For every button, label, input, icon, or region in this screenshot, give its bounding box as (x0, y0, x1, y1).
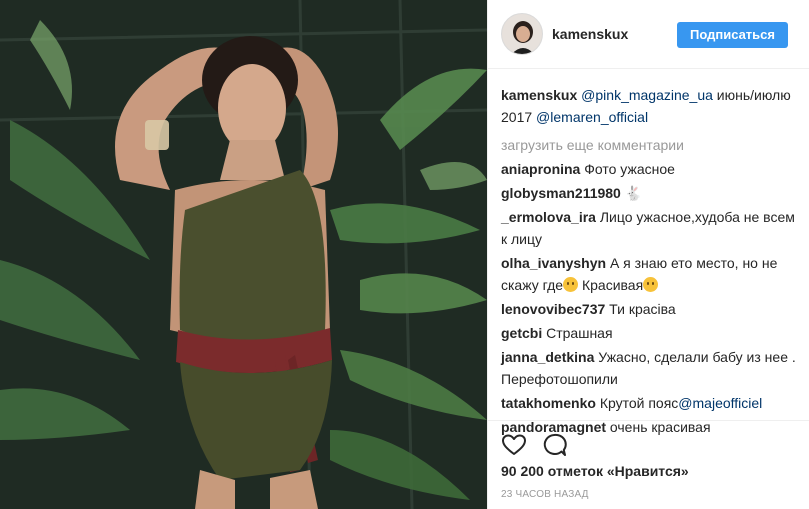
post-details-panel: kamenskux Подписаться kamenskux @pink_ma… (487, 0, 809, 509)
comment-item: globysman211980 🐇 (501, 182, 801, 204)
rabbit-icon: 🐇 (624, 185, 643, 201)
smile-emoji-icon (563, 277, 579, 292)
comment-username[interactable]: _ermolova_ira (501, 209, 596, 225)
post-timestamp: 23 ЧАСОВ НАЗАД (501, 489, 589, 500)
post-actions: 90 200 отметок «Нравится» 23 ЧАСОВ НАЗАД (488, 420, 809, 509)
comment-item: lenovovibec737 Ти красіва (501, 298, 801, 320)
comment-item: aniapronina Фото ужасное (501, 158, 801, 180)
avatar[interactable] (501, 13, 543, 55)
load-more-comments-link[interactable]: загрузить еще комментарии (501, 134, 801, 156)
comment-item: getcbi Страшная (501, 322, 801, 344)
comment-username[interactable]: lenovovibec737 (501, 301, 605, 317)
comment-text: Крутой пояс (599, 395, 679, 411)
comments-list: kamenskux @pink_magazine_ua июнь/июлю 20… (501, 84, 801, 440)
follow-button[interactable]: Подписаться (677, 22, 788, 48)
comment-text-2: Красивая (578, 277, 644, 293)
comment-item: tatakhomenko Крутой пояс@majeofficiel (501, 392, 801, 414)
caption-mention-pink-magazine[interactable]: @pink_magazine_ua (581, 87, 713, 103)
comment-username[interactable]: janna_detkina (501, 349, 594, 365)
comment-mention[interactable]: @majeofficiel (678, 395, 762, 411)
comment-text: Фото ужасное (584, 161, 675, 177)
comment-item: janna_detkina Ужасно, сделали бабу из не… (501, 346, 801, 390)
comment-text: Ти красіва (609, 301, 676, 317)
photo-illustration (0, 0, 487, 509)
header-username[interactable]: kamenskux (552, 26, 628, 42)
heart-icon[interactable] (500, 431, 528, 459)
post-caption: kamenskux @pink_magazine_ua июнь/июлю 20… (501, 84, 801, 128)
smile-emoji-icon (643, 277, 659, 292)
comment-username[interactable]: globysman211980 (501, 185, 621, 201)
caption-mention-lemaren[interactable]: @lemaren_official (536, 109, 648, 125)
caption-username[interactable]: kamenskux (501, 87, 577, 103)
post-photo[interactable] (0, 0, 487, 509)
likes-count[interactable]: 90 200 отметок «Нравится» (501, 463, 689, 479)
comment-username[interactable]: olha_ivanyshyn (501, 255, 606, 271)
post-header: kamenskux Подписаться (488, 0, 809, 69)
comment-bubble-icon[interactable] (540, 431, 568, 459)
comment-username[interactable]: getcbi (501, 325, 542, 341)
avatar-image (502, 14, 542, 54)
comment-username[interactable]: aniapronina (501, 161, 580, 177)
comment-item: _ermolova_ira Лицо ужасное,худоба не все… (501, 206, 801, 250)
comment-username[interactable]: tatakhomenko (501, 395, 596, 411)
comment-text: Страшная (546, 325, 613, 341)
comment-item: olha_ivanyshyn А я знаю ето место, но не… (501, 252, 801, 296)
